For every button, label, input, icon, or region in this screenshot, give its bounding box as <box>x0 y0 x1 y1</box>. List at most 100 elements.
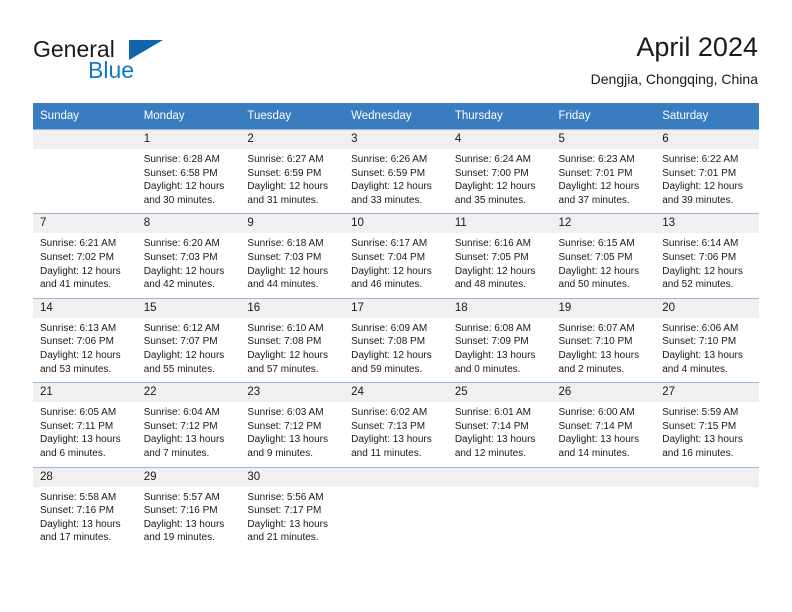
sunrise-text: Sunrise: 6:01 AM <box>454 407 531 419</box>
calendar-day-cell[interactable]: 12 Sunrise: 6:15 AM Sunset: 7:05 PM Dayligh… <box>551 213 656 299</box>
calendar-week-row: 21 Sunrise: 6:05 AM Sunset: 7:11 PM Dayligh… <box>33 382 759 467</box>
calendar-day-cell[interactable]: 29 Sunrise: 5:57 AM Sunset: 7:16 PM Dayligh… <box>136 466 241 551</box>
daylight-text-line2: and 55 minutes. <box>143 363 215 375</box>
daylight-text-line1: Daylight: 13 hours <box>558 434 640 446</box>
day-details: Sunrise: 6:06 AM Sunset: 7:10 PM Daylight:… <box>655 318 759 382</box>
calendar-day-cell[interactable]: 20 Sunrise: 6:06 AM Sunset: 7:10 PM Dayligh… <box>655 297 759 383</box>
day-number: 11 <box>447 214 552 234</box>
day-number <box>551 467 656 487</box>
calendar-day-cell[interactable]: 21 Sunrise: 6:05 AM Sunset: 7:11 PM Dayligh… <box>33 382 137 467</box>
calendar-day-cell[interactable]: 23 Sunrise: 6:03 AM Sunset: 7:12 PM Dayligh… <box>240 382 345 467</box>
calendar-day-cell[interactable]: 4 Sunrise: 6:24 AM Sunset: 7:00 PM Daylight… <box>447 128 552 214</box>
calendar-day-cell[interactable]: 1 Sunrise: 6:28 AM Sunset: 6:58 PM Daylight… <box>136 128 241 214</box>
daylight-text-line2: and 50 minutes. <box>558 279 630 291</box>
daylight-text-line1: Daylight: 12 hours <box>247 181 329 193</box>
daylight-text-line2: and 14 minutes. <box>558 447 630 459</box>
sunrise-text: Sunrise: 6:09 AM <box>351 322 428 334</box>
day-details: Sunrise: 6:23 AM Sunset: 7:01 PM Daylight:… <box>552 149 656 213</box>
calendar-day-cell[interactable]: 24 Sunrise: 6:02 AM Sunset: 7:13 PM Dayligh… <box>344 382 448 467</box>
sunrise-text: Sunrise: 6:16 AM <box>454 238 531 250</box>
calendar-week-row: 1 Sunrise: 6:28 AM Sunset: 6:58 PM Daylight… <box>33 128 759 214</box>
sunrise-text: Sunrise: 6:04 AM <box>143 407 220 419</box>
day-details: Sunrise: 6:22 AM Sunset: 7:01 PM Daylight:… <box>655 149 759 213</box>
daylight-text-line2: and 46 minutes. <box>351 279 423 291</box>
day-number: 28 <box>33 467 137 487</box>
day-details: Sunrise: 6:10 AM Sunset: 7:08 PM Daylight:… <box>240 318 344 382</box>
daylight-text-line1: Daylight: 13 hours <box>662 349 743 361</box>
daylight-text-line1: Daylight: 12 hours <box>143 181 225 193</box>
sunset-text: Sunset: 7:06 PM <box>40 336 114 348</box>
calendar-day-cell[interactable]: 18 Sunrise: 6:08 AM Sunset: 7:09 PM Dayligh… <box>447 297 552 383</box>
calendar-day-cell[interactable]: 22 Sunrise: 6:04 AM Sunset: 7:12 PM Dayligh… <box>136 382 241 467</box>
calendar-day-cell[interactable]: 17 Sunrise: 6:09 AM Sunset: 7:08 PM Dayligh… <box>344 297 448 383</box>
day-number: 15 <box>136 298 241 318</box>
daylight-text-line2: and 48 minutes. <box>454 279 526 291</box>
sunrise-text: Sunrise: 6:00 AM <box>558 407 635 419</box>
brand-logo[interactable]: General Blue <box>33 36 243 88</box>
calendar-day-cell[interactable]: 28 Sunrise: 5:58 AM Sunset: 7:16 PM Dayligh… <box>33 466 137 551</box>
day-number: 29 <box>136 467 241 487</box>
calendar-day-cell[interactable]: 9 Sunrise: 6:18 AM Sunset: 7:03 PM Daylight… <box>240 213 345 299</box>
day-details: Sunrise: 6:27 AM Sunset: 6:59 PM Daylight:… <box>240 149 344 213</box>
daylight-text-line2: and 57 minutes. <box>247 363 319 375</box>
day-number: 3 <box>344 130 448 149</box>
sunset-text: Sunset: 7:05 PM <box>558 251 633 263</box>
day-number: 26 <box>551 383 656 403</box>
calendar-day-cell[interactable]: 15 Sunrise: 6:12 AM Sunset: 7:07 PM Dayligh… <box>136 297 241 383</box>
calendar-cell-empty <box>33 128 137 214</box>
day-number: 9 <box>240 214 345 234</box>
day-number: 13 <box>655 214 759 234</box>
calendar-day-cell[interactable]: 3 Sunrise: 6:26 AM Sunset: 6:59 PM Daylight… <box>344 128 448 214</box>
sunset-text: Sunset: 7:01 PM <box>662 167 737 179</box>
day-details: Sunrise: 6:00 AM Sunset: 7:14 PM Daylight:… <box>552 402 656 466</box>
day-details: Sunrise: 6:13 AM Sunset: 7:06 PM Daylight:… <box>33 318 137 382</box>
day-number: 6 <box>655 130 759 149</box>
sunrise-text: Sunrise: 6:20 AM <box>143 238 220 250</box>
sunrise-text: Sunrise: 6:12 AM <box>143 322 220 334</box>
day-number <box>655 467 759 487</box>
daylight-text-line1: Daylight: 12 hours <box>558 265 640 277</box>
calendar-day-cell[interactable]: 27 Sunrise: 5:59 AM Sunset: 7:15 PM Dayligh… <box>655 382 759 467</box>
calendar-day-cell[interactable]: 8 Sunrise: 6:20 AM Sunset: 7:03 PM Daylight… <box>136 213 241 299</box>
calendar-day-cell[interactable]: 10 Sunrise: 6:17 AM Sunset: 7:04 PM Dayligh… <box>344 213 448 299</box>
weekday-header-wednesday: Wednesday <box>344 103 448 130</box>
calendar-day-cell[interactable]: 5 Sunrise: 6:23 AM Sunset: 7:01 PM Daylight… <box>551 128 656 214</box>
calendar-day-cell[interactable]: 7 Sunrise: 6:21 AM Sunset: 7:02 PM Daylight… <box>33 213 137 299</box>
daylight-text-line2: and 31 minutes. <box>247 194 319 206</box>
calendar-day-cell[interactable]: 2 Sunrise: 6:27 AM Sunset: 6:59 PM Daylight… <box>240 128 345 214</box>
calendar-day-cell[interactable]: 13 Sunrise: 6:14 AM Sunset: 7:06 PM Dayligh… <box>655 213 759 299</box>
sunrise-text: Sunrise: 6:26 AM <box>351 154 428 165</box>
calendar-week-row: 7 Sunrise: 6:21 AM Sunset: 7:02 PM Daylight… <box>33 213 759 299</box>
sunrise-text: Sunrise: 6:02 AM <box>351 407 428 419</box>
calendar-day-cell[interactable]: 11 Sunrise: 6:16 AM Sunset: 7:05 PM Dayligh… <box>447 213 552 299</box>
day-details: Sunrise: 5:59 AM Sunset: 7:15 PM Daylight:… <box>655 402 759 466</box>
calendar-day-cell[interactable]: 14 Sunrise: 6:13 AM Sunset: 7:06 PM Dayligh… <box>33 297 137 383</box>
day-number: 16 <box>240 298 345 318</box>
sunrise-text: Sunrise: 5:56 AM <box>247 491 324 503</box>
daylight-text-line1: Daylight: 12 hours <box>247 265 329 277</box>
day-details: Sunrise: 6:01 AM Sunset: 7:14 PM Daylight:… <box>448 402 552 466</box>
sunrise-text: Sunrise: 6:07 AM <box>558 322 635 334</box>
daylight-text-line1: Daylight: 12 hours <box>40 349 121 361</box>
day-number: 21 <box>33 383 137 403</box>
daylight-text-line1: Daylight: 12 hours <box>143 265 225 277</box>
day-number: 7 <box>33 214 137 234</box>
calendar-day-cell[interactable]: 25 Sunrise: 6:01 AM Sunset: 7:14 PM Dayligh… <box>447 382 552 467</box>
day-number: 10 <box>344 214 448 234</box>
calendar-day-cell[interactable]: 16 Sunrise: 6:10 AM Sunset: 7:08 PM Dayligh… <box>240 297 345 383</box>
calendar-day-cell[interactable]: 30 Sunrise: 5:56 AM Sunset: 7:17 PM Dayligh… <box>240 466 345 551</box>
calendar-week-row: 14 Sunrise: 6:13 AM Sunset: 7:06 PM Dayligh… <box>33 297 759 383</box>
day-number: 17 <box>344 298 448 318</box>
day-details: Sunrise: 5:56 AM Sunset: 7:17 PM Daylight:… <box>240 487 344 551</box>
calendar-day-cell[interactable]: 6 Sunrise: 6:22 AM Sunset: 7:01 PM Daylight… <box>655 128 759 214</box>
daylight-text-line2: and 12 minutes. <box>454 447 526 459</box>
day-details: Sunrise: 6:17 AM Sunset: 7:04 PM Daylight:… <box>344 233 448 297</box>
calendar-day-cell[interactable]: 26 Sunrise: 6:00 AM Sunset: 7:14 PM Dayligh… <box>551 382 656 467</box>
daylight-text-line2: and 53 minutes. <box>40 363 112 375</box>
sunset-text: Sunset: 7:04 PM <box>351 251 426 263</box>
day-number: 1 <box>136 130 241 149</box>
page-header: General Blue April 2024 Dengjia, Chongqi… <box>0 0 792 100</box>
calendar-day-cell[interactable]: 19 Sunrise: 6:07 AM Sunset: 7:10 PM Dayligh… <box>551 297 656 383</box>
calendar-week-row: 28 Sunrise: 5:58 AM Sunset: 7:16 PM Dayligh… <box>33 466 759 551</box>
day-details: Sunrise: 6:05 AM Sunset: 7:11 PM Daylight:… <box>33 402 137 466</box>
